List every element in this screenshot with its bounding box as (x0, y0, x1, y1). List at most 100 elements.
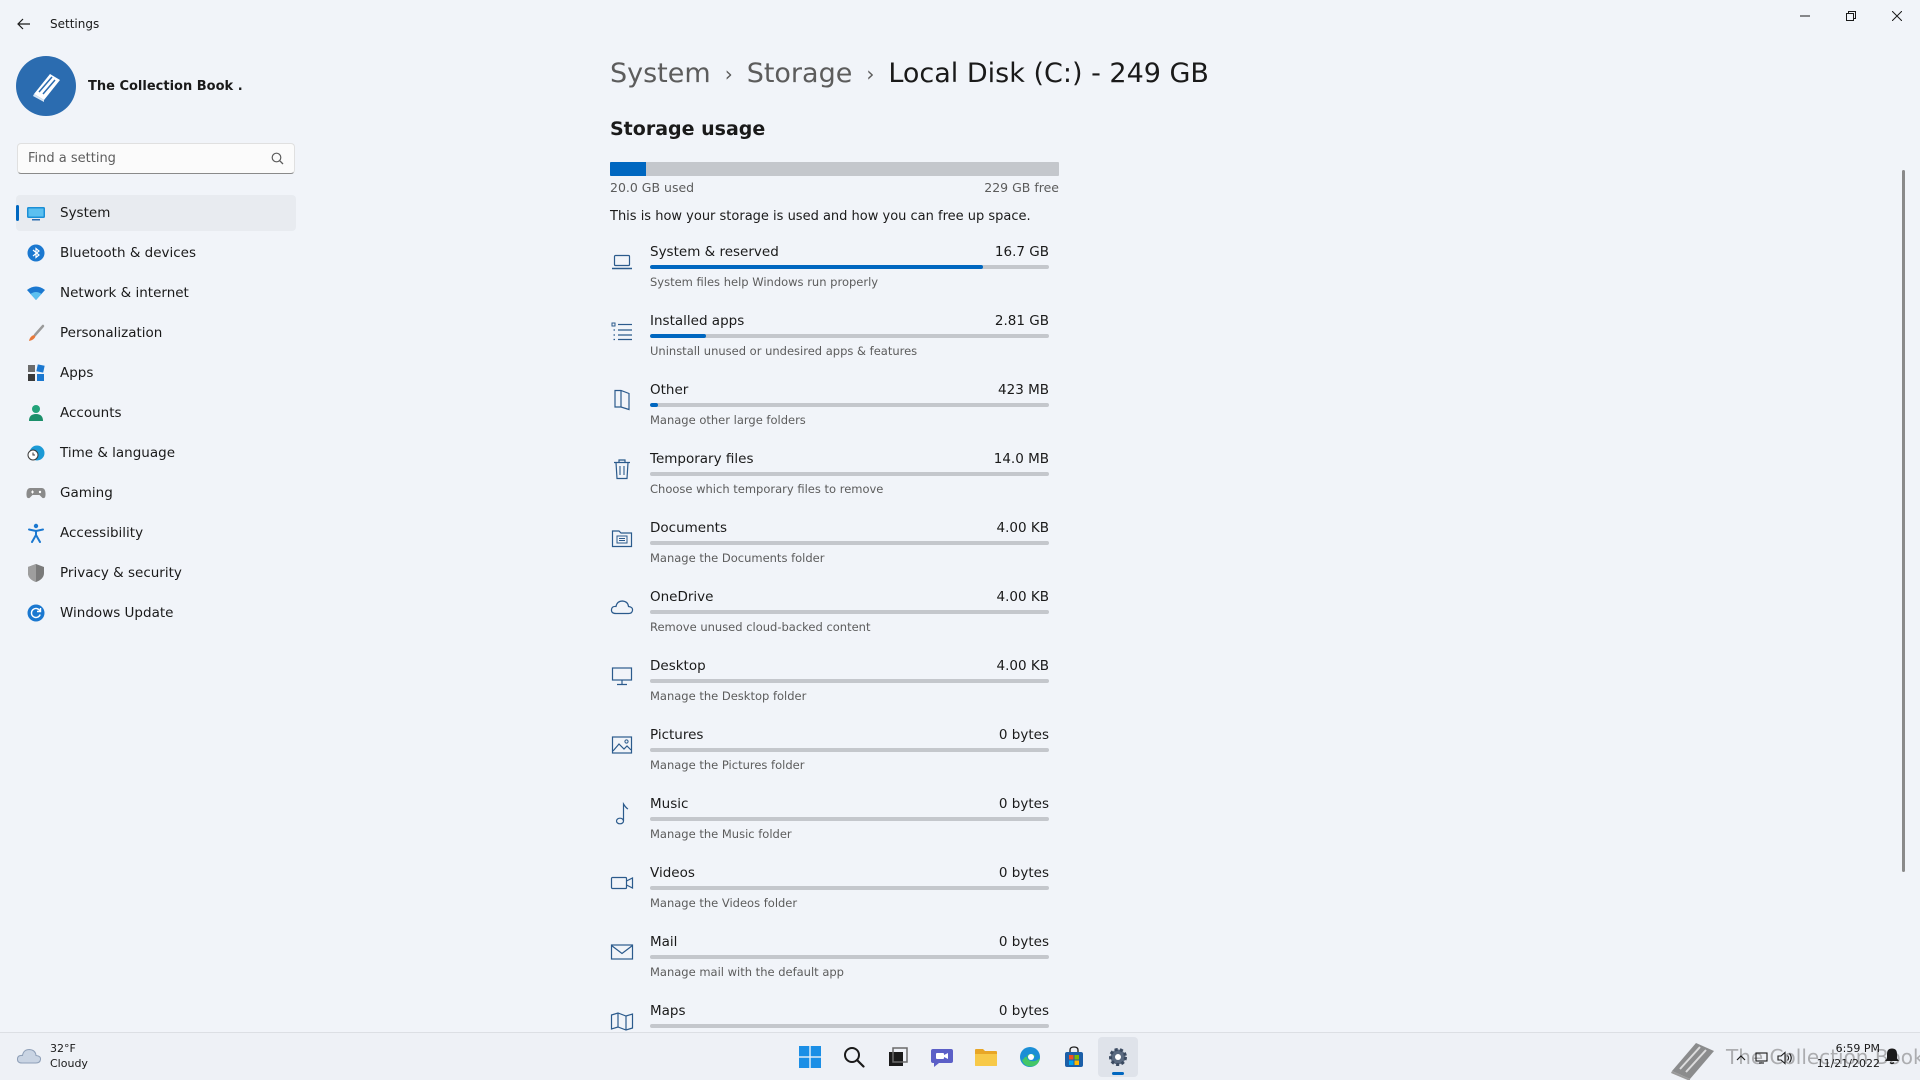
music-note-icon (610, 802, 634, 826)
nav-list: System Bluetooth & devices Network & int… (16, 195, 296, 635)
nav-item-label: Network & internet (60, 285, 189, 301)
nav-item-label: Privacy & security (60, 565, 182, 581)
category-bar (650, 472, 1049, 476)
nav-item-apps[interactable]: Apps (16, 355, 296, 391)
category-bar (650, 541, 1049, 545)
arrow-left-icon (17, 18, 30, 30)
category-description: Remove unused cloud-backed content (650, 620, 871, 634)
category-desktop[interactable]: Desktop 4.00 KB Manage the Desktop folde… (610, 654, 1060, 723)
restore-icon (1846, 11, 1856, 21)
category-temporary-files[interactable]: Temporary files 14.0 MB Choose which tem… (610, 447, 1060, 516)
category-videos[interactable]: Videos 0 bytes Manage the Videos folder (610, 861, 1060, 930)
category-installed-apps[interactable]: Installed apps 2.81 GB Uninstall unused … (610, 309, 1060, 378)
profile[interactable]: The Collection Book . (16, 56, 243, 116)
clock-globe-icon (26, 443, 46, 463)
app-title: Settings (50, 17, 100, 31)
nav-item-label: Accounts (60, 405, 122, 421)
category-documents[interactable]: Documents 4.00 KB Manage the Documents f… (610, 516, 1060, 585)
volume-icon[interactable] (1774, 1047, 1796, 1069)
category-system-reserved[interactable]: System & reserved 16.7 GB System files h… (610, 240, 1060, 309)
gamepad-icon (26, 483, 46, 503)
edge-button[interactable] (1010, 1037, 1050, 1077)
chevron-right-icon: › (724, 61, 733, 86)
nav-item-personalization[interactable]: Personalization (16, 315, 296, 351)
settings-window: Settings The Collection Book . Find a se… (0, 0, 1920, 1032)
nav-item-label: Accessibility (60, 525, 144, 541)
free-label: 229 GB free (984, 180, 1059, 195)
breadcrumb-storage[interactable]: Storage (747, 58, 853, 89)
main-content: System › Storage › Local Disk (C:) - 249… (610, 48, 1910, 1032)
category-size: 0 bytes (998, 727, 1049, 743)
store-button[interactable] (1054, 1037, 1094, 1077)
category-onedrive[interactable]: OneDrive 4.00 KB Remove unused cloud-bac… (610, 585, 1060, 654)
book-logo-icon (33, 74, 60, 102)
avatar (16, 56, 76, 116)
book-logo-icon (1671, 1043, 1714, 1080)
nav-item-gaming[interactable]: Gaming (16, 475, 296, 511)
nav-item-network-internet[interactable]: Network & internet (16, 275, 296, 311)
restore-button[interactable] (1828, 0, 1874, 32)
category-size: 423 MB (998, 382, 1049, 398)
nav-item-label: Windows Update (60, 605, 174, 621)
settings-taskbar-button[interactable] (1098, 1037, 1138, 1077)
search-box[interactable] (17, 143, 295, 174)
category-size: 4.00 KB (996, 658, 1049, 674)
category-size: 0 bytes (998, 865, 1049, 881)
category-size: 0 bytes (998, 1003, 1049, 1019)
accessibility-icon (26, 523, 46, 543)
category-size: 2.81 GB (994, 313, 1049, 329)
clock-date: 11/21/2022 (1816, 1057, 1880, 1070)
shield-icon (26, 563, 46, 583)
nav-item-privacy-security[interactable]: Privacy & security (16, 555, 296, 591)
clock-time: 6:59 PM (1835, 1042, 1880, 1055)
nav-item-system[interactable]: System (16, 195, 296, 231)
category-music[interactable]: Music 0 bytes Manage the Music folder (610, 792, 1060, 861)
breadcrumb-system[interactable]: System (610, 58, 711, 89)
taskbar-search-button[interactable] (834, 1037, 874, 1077)
nav-item-bluetooth-devices[interactable]: Bluetooth & devices (16, 235, 296, 271)
storage-usage-bar (610, 162, 1059, 176)
scrollbar-thumb[interactable] (1902, 170, 1905, 872)
nav-item-accounts[interactable]: Accounts (16, 395, 296, 431)
nav-item-accessibility[interactable]: Accessibility (16, 515, 296, 551)
category-size: 4.00 KB (996, 520, 1049, 536)
minimize-button[interactable] (1782, 0, 1828, 32)
teams-chat-icon (931, 1049, 953, 1067)
person-icon (26, 403, 46, 423)
category-bar (650, 610, 1049, 614)
wifi-icon (26, 283, 46, 303)
nav-item-time-language[interactable]: Time & language (16, 435, 296, 471)
edge-icon (1020, 1047, 1040, 1067)
chevron-up-icon[interactable] (1730, 1047, 1752, 1069)
network-icon[interactable] (1752, 1047, 1774, 1069)
start-button[interactable] (790, 1037, 830, 1077)
task-view-button[interactable] (878, 1037, 918, 1077)
file-explorer-button[interactable] (966, 1037, 1006, 1077)
minimize-icon (1800, 15, 1810, 17)
category-bar (650, 955, 1049, 959)
category-mail[interactable]: Mail 0 bytes Manage mail with the defaul… (610, 930, 1060, 999)
notification-bell-icon[interactable] (1884, 1047, 1900, 1065)
teams-chat-button[interactable] (922, 1037, 962, 1077)
category-pictures[interactable]: Pictures 0 bytes Manage the Pictures fol… (610, 723, 1060, 792)
taskbar-clock[interactable]: 6:59 PM 11/21/2022 (1800, 1041, 1880, 1071)
breadcrumb: System › Storage › Local Disk (C:) - 249… (610, 58, 1209, 89)
update-icon (26, 603, 46, 623)
weather-widget[interactable]: 32°F Cloudy (16, 1041, 88, 1071)
nav-item-label: Bluetooth & devices (60, 245, 197, 261)
desktop-icon (610, 664, 634, 688)
category-maps[interactable]: Maps 0 bytes (610, 999, 1060, 1032)
nav-item-windows-update[interactable]: Windows Update (16, 595, 296, 631)
category-other[interactable]: Other 423 MB Manage other large folders (610, 378, 1060, 447)
category-size: 0 bytes (998, 934, 1049, 950)
usage-description: This is how your storage is used and how… (610, 209, 1031, 224)
window-controls (1782, 0, 1920, 32)
category-description: Manage mail with the default app (650, 965, 844, 979)
close-button[interactable] (1874, 0, 1920, 32)
video-camera-icon (610, 871, 634, 895)
brush-icon (26, 323, 46, 343)
search-input[interactable] (28, 151, 268, 166)
back-button[interactable] (10, 12, 38, 36)
trash-icon (610, 457, 634, 481)
documents-folder-icon (610, 526, 634, 550)
